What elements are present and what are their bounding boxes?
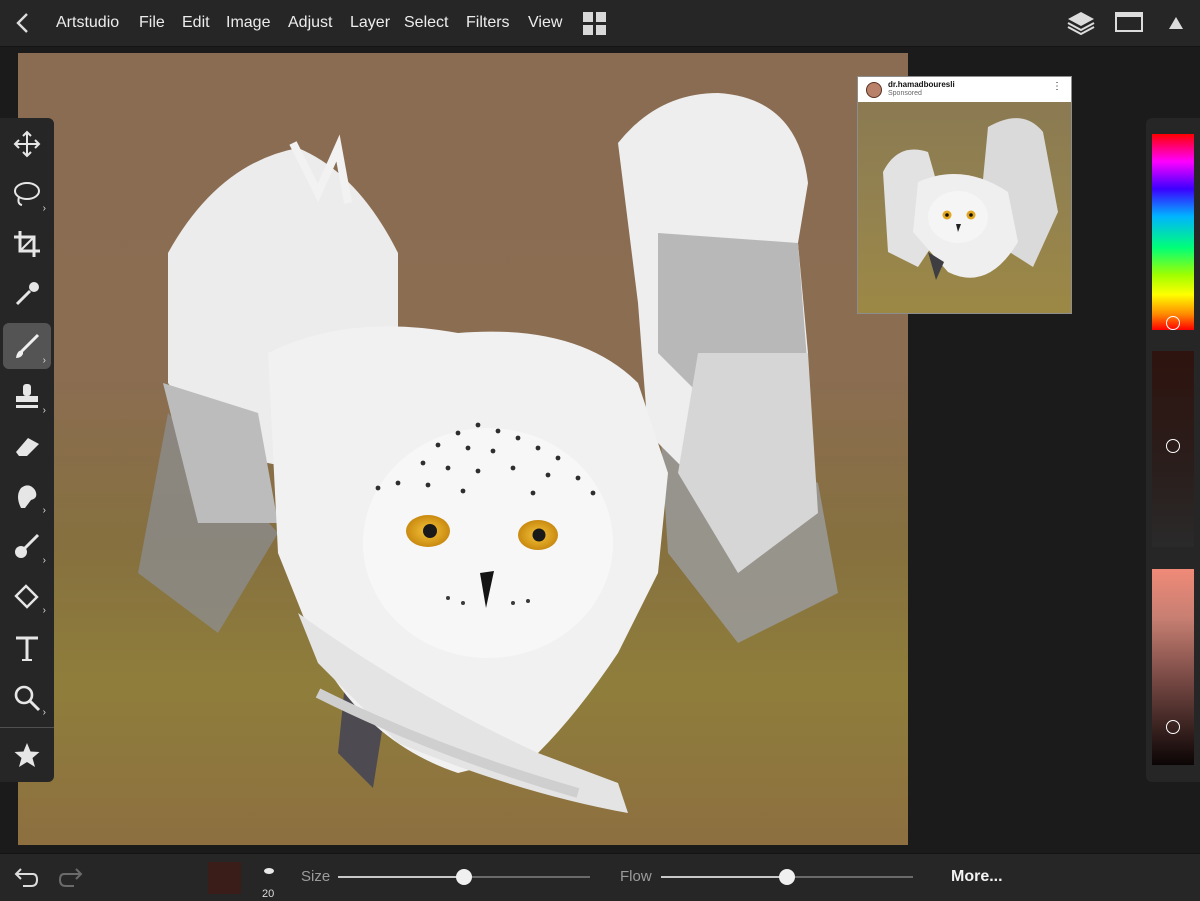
magnifier-icon [14, 685, 41, 712]
lasso-icon [14, 182, 40, 206]
lasso-tool[interactable]: › [3, 171, 51, 217]
menu-adjust[interactable]: Adjust [288, 0, 332, 46]
saturation-slider[interactable] [1152, 351, 1194, 547]
menu-filters[interactable]: Filters [466, 0, 510, 46]
smudge-tool[interactable]: › [3, 473, 51, 519]
fill-tool[interactable]: › [3, 573, 51, 619]
brush-preview-icon[interactable] [264, 868, 274, 874]
reference-subtitle: Sponsored [888, 90, 922, 97]
panel-toggle-icon[interactable] [1115, 10, 1143, 34]
favorites-tool[interactable] [3, 732, 51, 778]
move-tool[interactable] [3, 121, 51, 167]
move-arrows-icon [13, 130, 41, 158]
text-tool[interactable] [3, 625, 51, 671]
saturation-knob[interactable] [1166, 439, 1180, 453]
brightness-slider[interactable] [1152, 569, 1194, 765]
submenu-chevron-icon: › [42, 203, 46, 214]
blur-tool[interactable]: › [3, 523, 51, 569]
current-color-swatch[interactable] [208, 862, 241, 894]
stamp-icon [16, 384, 38, 408]
menu-edit[interactable]: Edit [182, 0, 210, 46]
more-vertical-icon[interactable]: ⋮ [1052, 82, 1062, 92]
paint-bucket-icon [14, 584, 39, 609]
eyedropper-tool[interactable] [3, 271, 51, 317]
menu-bar: Artstudio File Edit Image Adjust Layer S… [0, 0, 1200, 47]
reference-header: dr.hamadbouresli Sponsored ⋮ [858, 77, 1071, 102]
submenu-chevron-icon: › [42, 707, 46, 718]
submenu-chevron-icon: › [42, 555, 46, 566]
brush-tool[interactable]: › [3, 323, 51, 369]
toolbar-divider [0, 727, 54, 728]
blur-drop-icon [15, 533, 40, 558]
owl-painting [138, 93, 838, 813]
menu-view[interactable]: View [528, 0, 562, 46]
flow-slider-thumb[interactable] [779, 869, 795, 885]
color-picker-panel [1146, 118, 1200, 782]
reference-image-panel[interactable]: dr.hamadbouresli Sponsored ⋮ [857, 76, 1072, 314]
brush-size-value: 20 [262, 888, 275, 900]
brightness-knob[interactable] [1166, 720, 1180, 734]
menu-layer[interactable]: Layer [350, 0, 390, 46]
hue-knob[interactable] [1166, 316, 1180, 330]
size-label: Size [301, 868, 331, 885]
redo-icon[interactable] [58, 865, 86, 889]
reference-photo [858, 102, 1071, 313]
back-chevron-icon[interactable] [12, 11, 36, 35]
drawing-canvas[interactable] [18, 53, 908, 845]
eraser-tool[interactable] [3, 423, 51, 469]
submenu-chevron-icon: › [42, 355, 46, 366]
layers-icon[interactable] [1066, 10, 1096, 36]
reference-username: dr.hamadbouresli [888, 80, 955, 89]
brush-icon [16, 333, 40, 358]
clone-stamp-tool[interactable]: › [3, 373, 51, 419]
grid-icon[interactable] [583, 12, 607, 36]
flow-label: Flow [620, 868, 652, 885]
more-options-button[interactable]: More... [951, 868, 1003, 886]
tools-panel: › › › › › › › [0, 118, 54, 782]
eyedropper-icon [15, 282, 39, 306]
menu-select[interactable]: Select [404, 0, 448, 46]
crop-tool[interactable] [3, 221, 51, 267]
submenu-chevron-icon: › [42, 405, 46, 416]
menu-file[interactable]: File [139, 0, 165, 46]
undo-icon[interactable] [11, 865, 39, 889]
eraser-icon [16, 438, 39, 456]
submenu-chevron-icon: › [42, 605, 46, 616]
app-menu-artstudio[interactable]: Artstudio [56, 0, 119, 46]
crop-icon [14, 231, 40, 257]
collapse-arrow-icon[interactable] [1168, 15, 1184, 31]
menu-image[interactable]: Image [226, 0, 270, 46]
star-icon [14, 743, 40, 767]
hue-slider[interactable] [1152, 134, 1194, 330]
text-t-icon [16, 636, 38, 661]
size-slider-thumb[interactable] [456, 869, 472, 885]
size-slider-fill [338, 876, 464, 878]
brush-options-bar: 20 Size Flow More... [0, 853, 1200, 901]
owl-reference-drawing [883, 118, 1058, 280]
flow-slider-fill [661, 876, 787, 878]
avatar [866, 82, 882, 98]
smudge-finger-icon [18, 485, 37, 508]
submenu-chevron-icon: › [42, 505, 46, 516]
zoom-tool[interactable]: › [3, 675, 51, 721]
